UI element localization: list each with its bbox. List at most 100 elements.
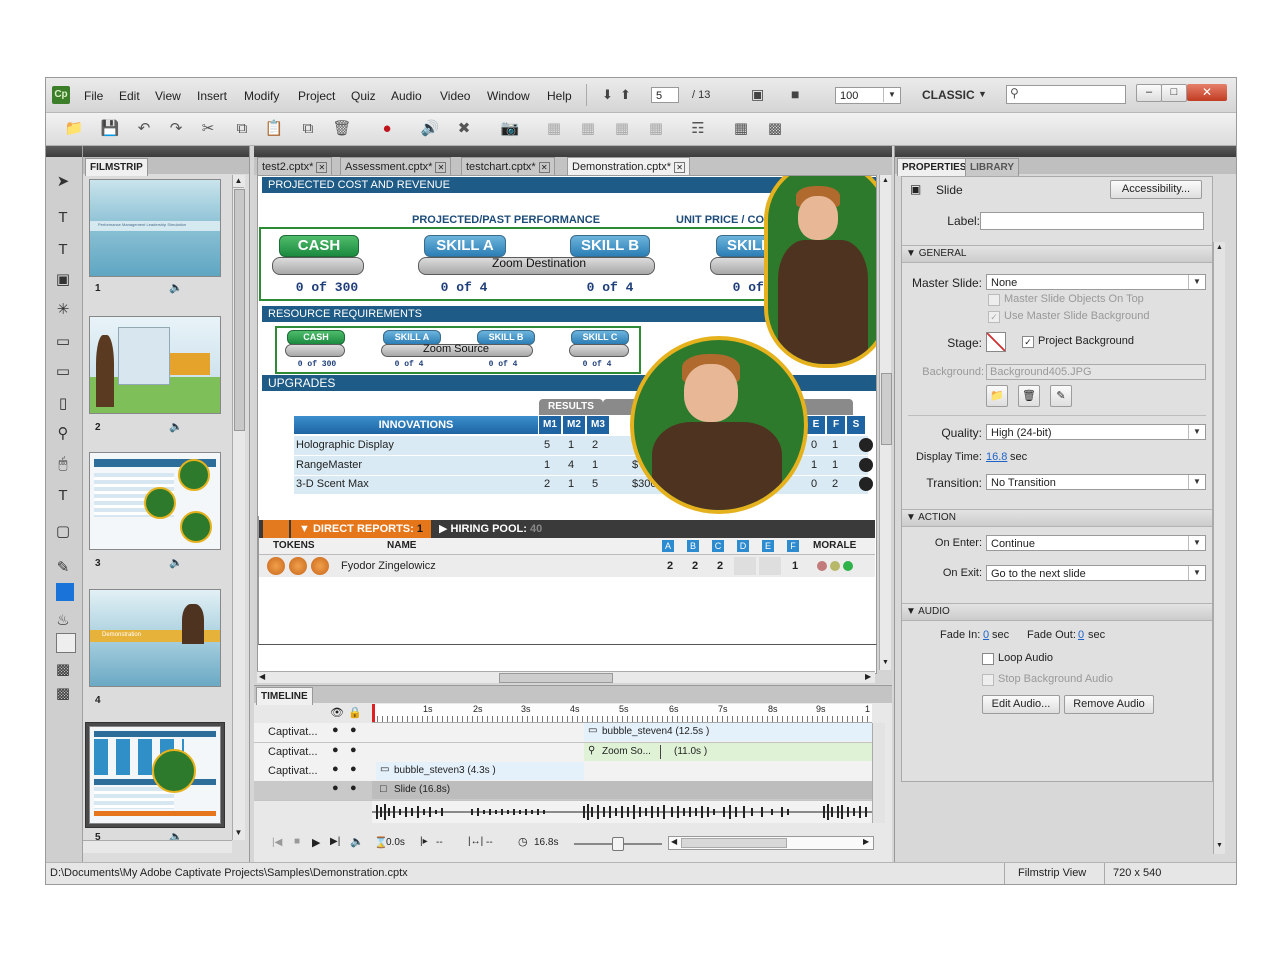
scrollbar-thumb[interactable]: [681, 838, 787, 848]
paste-icon[interactable]: 📋: [264, 119, 284, 139]
timeline-layer[interactable]: Captivat... ● ● ▭ bubble_steven4 (12.5s …: [254, 723, 872, 743]
copy-icon[interactable]: ⧉: [232, 119, 252, 139]
direct-reports-tab[interactable]: ▼ DIRECT REPORTS: 1: [291, 520, 431, 538]
speaker-icon[interactable]: 🔈: [169, 420, 183, 433]
lock-dot[interactable]: ●: [350, 782, 357, 794]
scroll-left-icon[interactable]: ◀: [259, 672, 265, 681]
paint-bucket-icon[interactable]: ♨: [51, 609, 75, 633]
minimize-button[interactable]: –: [1136, 84, 1162, 102]
visibility-icon[interactable]: 👁: [330, 706, 344, 719]
trash-icon[interactable]: 🗑: [1018, 385, 1040, 407]
tab-filmstrip[interactable]: FILMSTRIP: [85, 158, 148, 176]
align-left-icon[interactable]: ▦: [544, 119, 564, 139]
image-tool-icon[interactable]: ▣: [51, 268, 75, 292]
scrollbar-thumb[interactable]: [234, 189, 245, 431]
grid-icon[interactable]: ▦: [731, 119, 751, 139]
menu-project[interactable]: Project: [298, 89, 335, 103]
close-tab-icon[interactable]: ✕: [674, 161, 686, 173]
folder-icon[interactable]: 📁: [986, 385, 1008, 407]
fill-color-swatch[interactable]: [56, 583, 74, 601]
tab-assessment[interactable]: Assessment.cptx* ✕: [340, 157, 452, 175]
menu-file[interactable]: File: [84, 89, 103, 103]
align-top-icon[interactable]: ▦: [646, 119, 666, 139]
master-slide-select[interactable]: None ▼: [986, 274, 1206, 290]
scroll-right-icon[interactable]: ▶: [865, 672, 871, 681]
scroll-up-icon[interactable]: ▲: [880, 175, 891, 187]
prev-slide-icon[interactable]: ⬇: [602, 87, 613, 103]
timeline-slide-row[interactable]: ● ● □ Slide (16.8s): [254, 781, 872, 801]
timeline-object-bar[interactable]: ▭ bubble_steven3 (4.3s ): [376, 762, 584, 780]
lock-dot[interactable]: ●: [350, 763, 357, 775]
document-hscrollbar[interactable]: ◀ ▶: [257, 671, 875, 683]
visible-dot[interactable]: ●: [332, 763, 339, 775]
scroll-right-icon[interactable]: ▶: [863, 837, 869, 846]
lock-dot[interactable]: ●: [350, 724, 357, 736]
visible-dot[interactable]: ●: [332, 744, 339, 756]
loop-audio-checkbox[interactable]: [982, 653, 994, 665]
action-section-header[interactable]: ▼ ACTION: [902, 509, 1212, 527]
reset-colors-icon[interactable]: ▩: [51, 682, 75, 706]
slide-thumbnail-2[interactable]: [89, 316, 221, 414]
skill-a-button[interactable]: SKILL A: [424, 235, 506, 257]
widget-tool-icon[interactable]: T: [51, 484, 75, 508]
visible-dot[interactable]: ●: [332, 724, 339, 736]
audio-section-header[interactable]: ▼ AUDIO: [902, 603, 1212, 621]
tab-library[interactable]: LIBRARY: [965, 158, 1020, 176]
button-tool-icon[interactable]: ▭: [51, 330, 75, 354]
menu-window[interactable]: Window: [487, 89, 530, 103]
speaker-icon[interactable]: 🔈: [169, 281, 183, 294]
zoom-slider-thumb[interactable]: [612, 837, 624, 851]
timeline-object-bar[interactable]: ⚲ Zoom So... (11.0s ): [584, 743, 872, 761]
lock-dot[interactable]: ●: [350, 744, 357, 756]
selection-tool-icon[interactable]: ➤: [51, 170, 75, 194]
on-enter-select[interactable]: Continue ▼: [986, 535, 1206, 551]
project-background-checkbox[interactable]: ✓: [1022, 336, 1034, 348]
mouse-tool-icon[interactable]: 🖱: [51, 452, 75, 476]
publish-icon[interactable]: ■: [791, 86, 799, 102]
fade-in-value[interactable]: 0: [983, 629, 989, 641]
speaker-icon[interactable]: 🔈: [350, 835, 364, 848]
master-on-top-checkbox[interactable]: [988, 294, 1000, 306]
play-icon[interactable]: ▶: [312, 836, 320, 849]
tab-demonstration[interactable]: Demonstration.cptx* ✕: [567, 157, 691, 175]
highlight-tool-icon[interactable]: ✳: [51, 298, 75, 322]
timeline-ruler[interactable]: 1s 2s 3s 4s 5s 6s 7s 8s 9s 1: [372, 704, 872, 723]
slide-thumbnail-3[interactable]: [89, 452, 221, 550]
slide-thumbnail-1[interactable]: Performance Management Leadership Simula…: [89, 179, 221, 277]
properties-scrollbar[interactable]: ▲ ▼: [1213, 242, 1225, 854]
text-entry-tool-icon[interactable]: ▭: [51, 360, 75, 384]
audio-icon[interactable]: 🔊: [420, 119, 440, 139]
document-vscrollbar[interactable]: ▲ ▼: [879, 175, 892, 670]
scroll-down-icon[interactable]: ▼: [1214, 840, 1225, 852]
align-right-icon[interactable]: ▦: [612, 119, 632, 139]
forward-icon[interactable]: ▶|: [330, 836, 340, 847]
menu-modify[interactable]: Modify: [244, 89, 279, 103]
slide-thumbnail-5[interactable]: [89, 726, 221, 824]
audio-waveform[interactable]: [372, 801, 872, 823]
tab-properties[interactable]: PROPERTIES: [897, 158, 972, 176]
stop-bg-audio-checkbox[interactable]: [982, 674, 994, 686]
duplicate-icon[interactable]: ⧉: [298, 119, 318, 139]
cash-small-button[interactable]: CASH: [287, 330, 345, 345]
stroke-color-swatch[interactable]: [56, 633, 76, 653]
menu-audio[interactable]: Audio: [391, 89, 422, 103]
rewind-icon[interactable]: |◀: [272, 837, 282, 848]
filmstrip-collapse-bar[interactable]: [83, 146, 249, 157]
preview-icon[interactable]: 📷: [500, 119, 520, 139]
scroll-left-icon[interactable]: ◀: [671, 837, 677, 846]
accessibility-button[interactable]: Accessibility...: [1110, 180, 1202, 199]
swap-colors-icon[interactable]: ▩: [51, 658, 75, 682]
smart-shape-tool-icon[interactable]: ▯: [51, 392, 75, 416]
redo-icon[interactable]: ↷: [166, 119, 186, 139]
filmstrip-hscrollbar[interactable]: [83, 840, 232, 853]
slide-thumbnail-4[interactable]: Demonstration: [89, 589, 221, 687]
playhead[interactable]: [372, 704, 375, 722]
align-center-icon[interactable]: ▦: [578, 119, 598, 139]
snap-icon[interactable]: ☶: [688, 119, 708, 139]
timeline-layer[interactable]: Captivat... ● ● ⚲ Zoom So... (11.0s ): [254, 743, 872, 763]
search-input[interactable]: ⚲: [1006, 85, 1126, 104]
tab-test2[interactable]: test2.cptx* ✕: [257, 157, 333, 175]
speaker-icon[interactable]: 🔈: [169, 556, 183, 569]
edit-pencil-icon[interactable]: ✎: [1050, 385, 1072, 407]
skill-b-button[interactable]: SKILL B: [570, 235, 650, 257]
